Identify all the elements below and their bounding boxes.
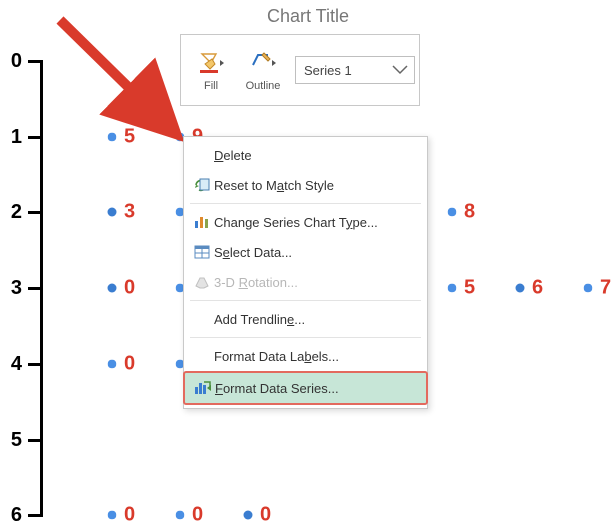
data-label[interactable]: 0 — [192, 504, 203, 527]
data-point[interactable] — [108, 284, 117, 293]
data-point[interactable] — [446, 282, 458, 294]
fill-button[interactable]: Fill — [185, 48, 237, 92]
rotation-icon — [194, 275, 210, 289]
data-point[interactable] — [174, 509, 186, 521]
chevron-down-icon — [392, 63, 408, 78]
y-tick-label: 6 — [0, 504, 22, 527]
fill-icon — [198, 51, 224, 75]
y-tick — [28, 514, 43, 517]
y-tick — [28, 136, 43, 139]
y-tick-label: 2 — [0, 201, 22, 224]
data-point[interactable] — [106, 131, 118, 143]
y-tick — [28, 211, 43, 214]
menu-separator — [190, 203, 421, 204]
menu-select-data[interactable]: Select Data... — [184, 237, 427, 267]
menu-item-label: 3-D Rotation... — [214, 275, 298, 290]
data-label[interactable]: 6 — [532, 277, 543, 300]
mini-toolbar: Fill Outline Series 1 — [180, 34, 420, 106]
chart-type-icon — [194, 215, 210, 229]
data-label[interactable]: 7 — [600, 277, 611, 300]
data-label[interactable]: 3 — [124, 201, 135, 224]
series-selector-value: Series 1 — [304, 63, 352, 78]
data-point[interactable] — [108, 208, 117, 217]
menu-3d-rotation: 3-D Rotation... — [184, 267, 427, 297]
data-point[interactable] — [582, 282, 594, 294]
menu-item-label: Add Trendline... — [214, 312, 305, 327]
data-label[interactable]: 5 — [464, 277, 475, 300]
menu-format-data-series[interactable]: Format Data Series... — [183, 371, 428, 405]
data-label[interactable]: 8 — [464, 201, 475, 224]
y-tick — [28, 363, 43, 366]
context-menu: Delete Reset to Match Style Chang — [183, 136, 428, 409]
y-tick — [28, 287, 43, 290]
data-label[interactable]: 0 — [124, 504, 135, 527]
menu-item-label: Format Data Labels... — [214, 349, 339, 364]
reset-icon — [193, 177, 211, 193]
data-label[interactable]: 0 — [124, 277, 135, 300]
format-series-icon — [194, 380, 212, 396]
chart-title[interactable]: Chart Title — [0, 6, 616, 27]
menu-item-label: Format Data Series... — [215, 381, 339, 396]
data-point[interactable] — [446, 206, 458, 218]
y-tick-label: 4 — [0, 353, 22, 376]
select-data-icon — [194, 245, 210, 259]
outline-button[interactable]: Outline — [237, 48, 289, 92]
data-point[interactable] — [516, 284, 525, 293]
y-tick-label: 0 — [0, 50, 22, 73]
menu-item-label: Select Data... — [214, 245, 292, 260]
menu-separator — [190, 337, 421, 338]
menu-format-data-labels[interactable]: Format Data Labels... — [184, 341, 427, 371]
data-point[interactable] — [106, 358, 118, 370]
fill-label: Fill — [185, 80, 237, 92]
menu-change-chart-type[interactable]: Change Series Chart Type... — [184, 207, 427, 237]
y-tick-label: 1 — [0, 126, 22, 149]
data-point[interactable] — [244, 511, 253, 520]
series-selector[interactable]: Series 1 — [295, 56, 415, 84]
menu-delete[interactable]: Delete — [184, 140, 427, 170]
menu-separator — [190, 300, 421, 301]
y-tick-label: 3 — [0, 277, 22, 300]
y-tick-label: 5 — [0, 429, 22, 452]
data-point[interactable] — [106, 509, 118, 521]
data-label[interactable]: 0 — [124, 353, 135, 376]
data-label[interactable]: 0 — [260, 504, 271, 527]
menu-item-label: Change Series Chart Type... — [214, 215, 378, 230]
y-tick — [28, 60, 43, 63]
menu-item-label: Delete — [214, 148, 252, 163]
outline-label: Outline — [237, 80, 289, 92]
menu-add-trendline[interactable]: Add Trendline... — [184, 304, 427, 334]
y-tick — [28, 439, 43, 442]
menu-reset[interactable]: Reset to Match Style — [184, 170, 427, 200]
data-label[interactable]: 5 — [124, 126, 135, 149]
menu-item-label: Reset to Match Style — [214, 178, 334, 193]
outline-icon — [250, 51, 276, 75]
